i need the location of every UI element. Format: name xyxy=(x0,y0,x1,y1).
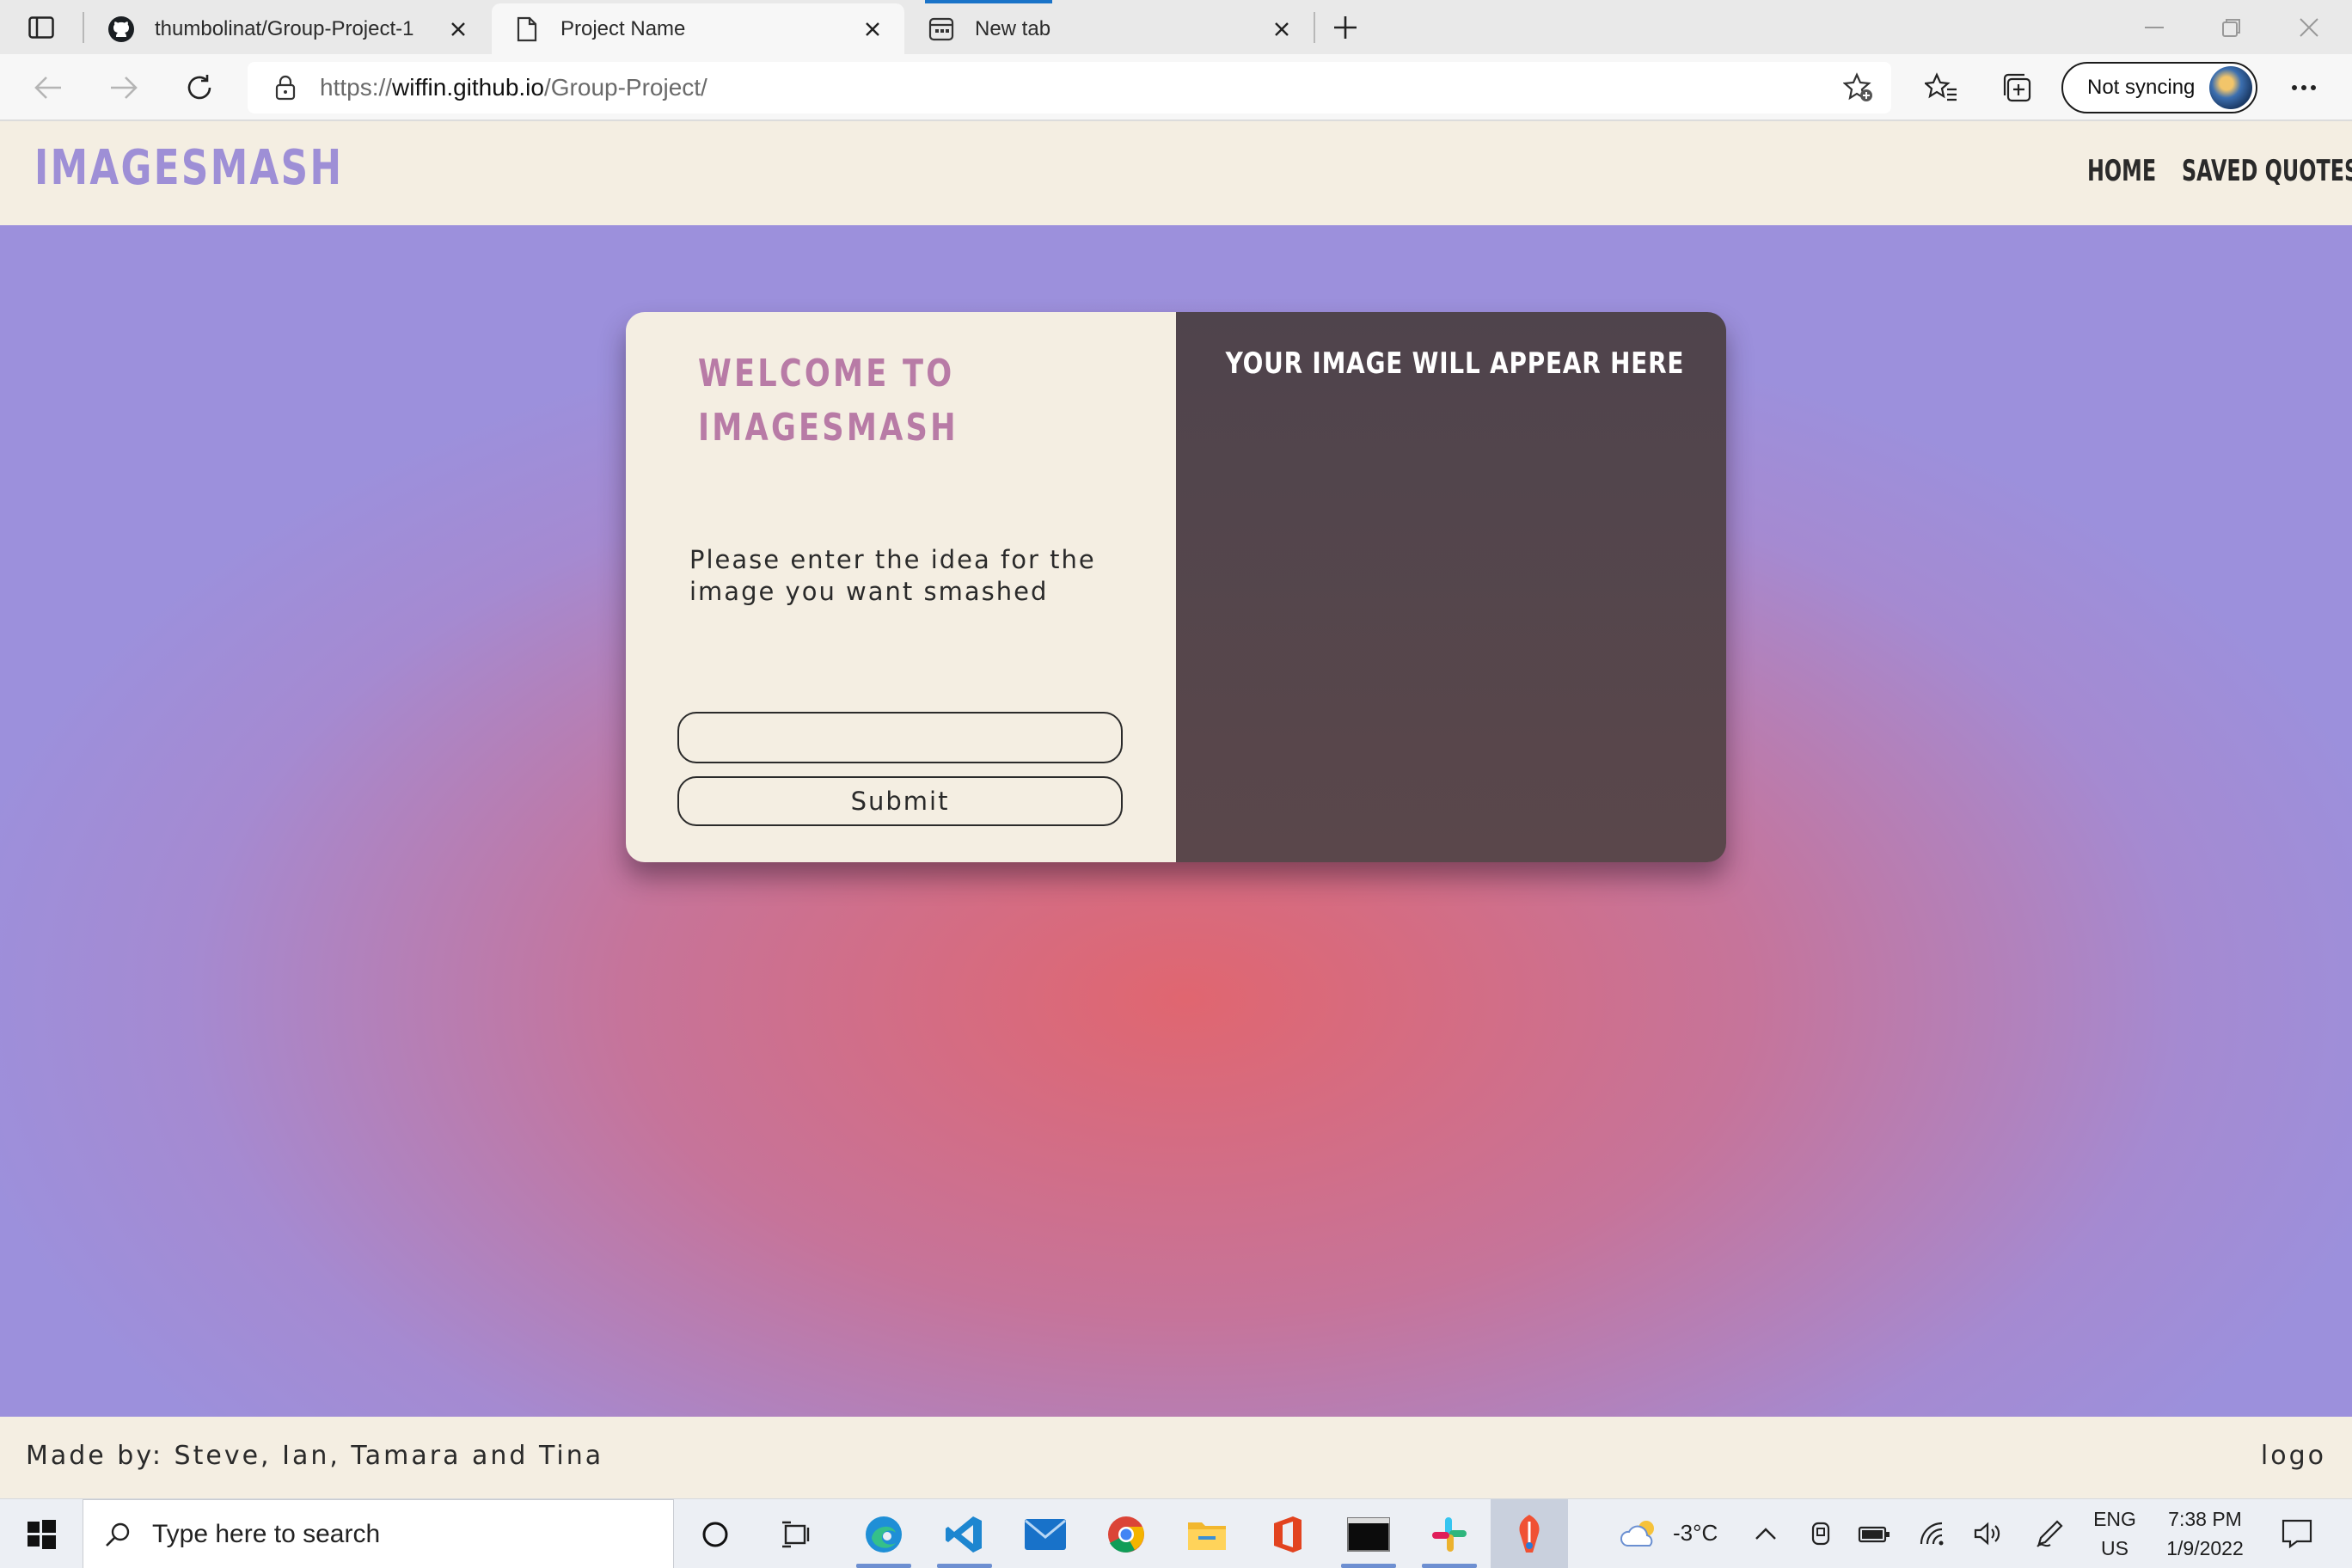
close-icon xyxy=(2300,18,2318,37)
tab-title: New tab xyxy=(975,16,1051,40)
page-viewport: IMAGESMASH HOME SAVED QUOTES WELCOME TO … xyxy=(0,121,2352,1498)
favorites-icon[interactable] xyxy=(1919,66,1963,109)
clock-date: 1/9/2022 xyxy=(2166,1537,2244,1559)
footer-logo: logo xyxy=(2260,1441,2326,1471)
image-placeholder-text: YOUR IMAGE WILL APPEAR HERE xyxy=(1225,346,1685,381)
image-preview-panel: YOUR IMAGE WILL APPEAR HERE xyxy=(1176,312,1726,862)
nav-saved-quotes-link[interactable]: SAVED QUOTES xyxy=(2182,154,2352,188)
running-indicator xyxy=(1422,1564,1477,1568)
idea-input[interactable] xyxy=(677,712,1123,763)
footer-credits: Made by: Steve, Ian, Tamara and Tina xyxy=(26,1441,604,1471)
arrow-left-icon xyxy=(34,77,61,99)
tab-title: thumbolinat/Group-Project-1 xyxy=(155,16,414,40)
search-icon xyxy=(101,1517,135,1552)
git-app-icon[interactable] xyxy=(1491,1499,1568,1568)
more-options-icon[interactable] xyxy=(2282,66,2326,109)
github-icon xyxy=(107,15,136,44)
running-indicator xyxy=(856,1564,911,1568)
site-header: IMAGESMASH HOME SAVED QUOTES xyxy=(0,121,2352,225)
newtab-icon xyxy=(927,15,956,44)
search-placeholder: Type here to search xyxy=(152,1519,381,1548)
chrome-icon[interactable] xyxy=(1092,1508,1161,1561)
forward-button[interactable] xyxy=(100,66,148,109)
clock-time: 7:38 PM xyxy=(2168,1508,2242,1530)
mail-icon[interactable] xyxy=(1011,1508,1080,1561)
refresh-button[interactable] xyxy=(175,66,224,109)
office-icon[interactable] xyxy=(1253,1508,1322,1561)
address-bar[interactable]: https://wiffin.github.io/Group-Project/ xyxy=(248,62,1891,113)
profile-sync-button[interactable]: Not syncing xyxy=(2061,62,2257,113)
nav-home-link[interactable]: HOME xyxy=(2087,154,2156,188)
system-clock[interactable]: 7:38 PM 1/9/2022 xyxy=(2149,1504,2261,1563)
close-icon[interactable] xyxy=(1269,16,1295,42)
slack-icon[interactable] xyxy=(1415,1508,1484,1568)
site-footer: Made by: Steve, Ian, Tamara and Tina log… xyxy=(0,1417,2352,1498)
url-path: /Group-Project/ xyxy=(543,74,707,101)
refresh-icon xyxy=(187,75,211,100)
url-host: wiffin.github.io xyxy=(392,74,544,101)
site-logo[interactable]: IMAGESMASH xyxy=(34,140,343,196)
tab-title: Project Name xyxy=(560,16,686,40)
idea-prompt: Please enter the idea for the image you … xyxy=(689,545,1096,606)
url-text: https://wiffin.github.io/Group-Project/ xyxy=(320,74,707,101)
windows-logo-icon xyxy=(28,1519,56,1549)
welcome-title: WELCOME TO IMAGESMASH xyxy=(698,352,959,450)
restore-icon xyxy=(2222,19,2240,37)
new-tab-button[interactable] xyxy=(1326,9,1365,46)
smash-card: WELCOME TO IMAGESMASH Please enter the i… xyxy=(626,312,1726,862)
close-icon[interactable] xyxy=(860,16,885,42)
start-button[interactable] xyxy=(0,1499,83,1568)
plus-icon xyxy=(1334,16,1357,39)
weather-icon[interactable] xyxy=(1616,1515,1664,1553)
meet-now-icon[interactable] xyxy=(1802,1515,1840,1553)
avatar xyxy=(2209,66,2252,109)
add-favorite-icon[interactable] xyxy=(1841,70,1876,105)
tab-new-tab[interactable]: New tab xyxy=(906,3,1314,54)
windows-taskbar: Type here to search -3°C ENG US 7:38 PM … xyxy=(0,1498,2352,1568)
tab-separator xyxy=(83,12,84,43)
browser-toolbar: https://wiffin.github.io/Group-Project/ … xyxy=(0,54,2352,121)
tab-actions-icon[interactable] xyxy=(17,10,65,45)
hero-section: WELCOME TO IMAGESMASH Please enter the i… xyxy=(0,225,2352,1417)
close-icon[interactable] xyxy=(445,16,471,42)
arrow-right-icon xyxy=(111,77,138,99)
running-indicator xyxy=(937,1564,992,1568)
tab-github[interactable]: thumbolinat/Group-Project-1 xyxy=(86,3,490,54)
vscode-icon[interactable] xyxy=(930,1508,999,1568)
minimize-button[interactable] xyxy=(2128,9,2180,46)
close-window-button[interactable] xyxy=(2283,9,2335,46)
sync-label: Not syncing xyxy=(2087,76,2196,99)
back-button[interactable] xyxy=(24,66,72,109)
browser-tab-bar: thumbolinat/Group-Project-1 Project Name… xyxy=(0,0,2352,54)
page-icon xyxy=(512,15,542,44)
url-scheme: https:// xyxy=(320,74,393,101)
edge-icon[interactable] xyxy=(849,1508,918,1568)
running-indicator xyxy=(1341,1564,1396,1568)
chevron-up-icon[interactable] xyxy=(1747,1515,1785,1553)
volume-icon[interactable] xyxy=(1969,1515,2006,1553)
region-code: US xyxy=(2101,1537,2128,1559)
pen-icon[interactable] xyxy=(2030,1515,2068,1553)
submit-button[interactable]: Submit xyxy=(677,776,1123,826)
file-explorer-icon[interactable] xyxy=(1173,1508,1241,1561)
cortana-icon[interactable] xyxy=(681,1508,750,1561)
notifications-icon[interactable] xyxy=(2276,1515,2318,1553)
taskbar-search[interactable]: Type here to search xyxy=(83,1499,674,1568)
terminal-icon[interactable] xyxy=(1334,1508,1403,1568)
weather-temp[interactable]: -3°C xyxy=(1673,1520,1718,1547)
minimize-icon xyxy=(2145,27,2164,28)
language-code: ENG xyxy=(2093,1508,2136,1530)
task-view-icon[interactable] xyxy=(762,1508,830,1561)
collections-icon[interactable] xyxy=(1994,66,2039,109)
card-form-panel: WELCOME TO IMAGESMASH Please enter the i… xyxy=(626,312,1176,862)
tab-project-name[interactable]: Project Name xyxy=(492,3,904,54)
tab-separator xyxy=(1314,12,1315,43)
restore-button[interactable] xyxy=(2206,9,2257,46)
wifi-icon[interactable] xyxy=(1915,1515,1953,1553)
lock-icon[interactable] xyxy=(268,70,303,105)
battery-icon[interactable] xyxy=(1855,1515,1893,1553)
input-language[interactable]: ENG US xyxy=(2080,1504,2149,1563)
